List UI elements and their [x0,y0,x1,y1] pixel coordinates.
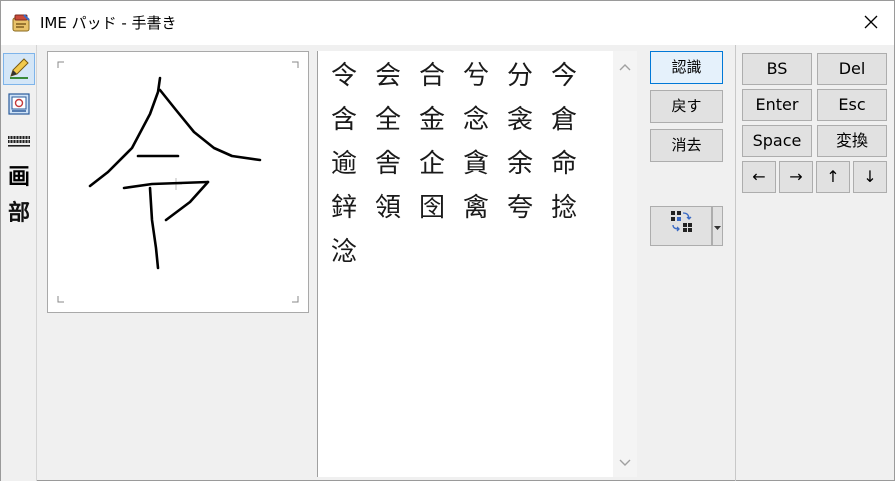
soft-keyboard-tool[interactable] [3,125,35,157]
candidate-char[interactable]: 鋅 [322,186,366,230]
handwriting-canvas[interactable] [47,51,309,313]
candidate-char[interactable]: 囹 [410,186,454,230]
convert-key[interactable]: 変換 [817,125,887,157]
candidate-char[interactable]: 今 [542,54,586,98]
grid-pen-icon [669,209,693,243]
recognition-mode-dropdown[interactable] [712,206,723,246]
candidate-char[interactable]: 逾 [322,142,366,186]
down-arrow-key[interactable]: ↓ [853,161,887,193]
ime-pad-icon [10,12,32,34]
candidate-char[interactable]: 舎 [366,142,410,186]
esc-key[interactable]: Esc [817,89,887,121]
window-title: IME パッド - 手書き [40,14,177,32]
candidate-char[interactable]: 念 [454,98,498,142]
close-button[interactable] [848,1,894,45]
bs-key[interactable]: BS [742,53,812,85]
space-key[interactable]: Space [742,125,812,157]
enter-key[interactable]: Enter [742,89,812,121]
recognize-button[interactable]: 認識 [650,51,723,84]
candidate-list: 令会合兮分今含全金念衾倉逾舎企貪余命鋅領囹禽夸捻淰 [317,51,637,477]
stroke-count-label: 画 [7,164,30,190]
handwriting-tool[interactable] [3,53,35,85]
candidate-char[interactable]: 余 [498,142,542,186]
tool-sidebar: 画 部 [1,45,37,481]
candidate-char[interactable]: 含 [322,98,366,142]
radical-label: 部 [7,200,30,226]
right-arrow-key[interactable]: → [779,161,813,193]
chevron-down-icon [714,211,721,241]
candidate-char[interactable]: 金 [410,98,454,142]
scroll-up-button[interactable] [613,55,637,79]
panel-divider [735,45,736,481]
chevron-up-icon [619,60,631,74]
candidate-grid: 令会合兮分今含全金念衾倉逾舎企貪余命鋅領囹禽夸捻淰 [322,54,612,274]
radical-tool[interactable]: 部 [3,197,35,229]
candidate-char[interactable]: 合 [410,54,454,98]
up-arrow-key[interactable]: ↑ [816,161,850,193]
recognition-mode-button[interactable] [650,206,712,246]
left-arrow-key[interactable]: ← [742,161,776,193]
undo-button[interactable]: 戻す [650,90,723,123]
candidate-char[interactable]: 夸 [498,186,542,230]
candidate-char[interactable]: 命 [542,142,586,186]
character-list-tool[interactable] [3,89,35,121]
close-icon [863,14,879,33]
candidate-char[interactable]: 会 [366,54,410,98]
char-list-icon [7,92,31,119]
candidate-char[interactable]: 衾 [498,98,542,142]
handwriting-strokes [57,61,299,303]
candidate-char[interactable]: 禽 [454,186,498,230]
title-bar: IME パッド - 手書き [1,1,894,45]
candidate-char[interactable]: 全 [366,98,410,142]
pen-icon [7,56,31,83]
chevron-down-icon [619,456,631,470]
ime-pad-window: IME パッド - 手書き 画 部 令 会 合 兮 分 今 含 全 金 念 衾 … [0,0,895,481]
clear-button[interactable]: 消去 [650,129,723,162]
del-key[interactable]: Del [817,53,887,85]
candidate-char[interactable]: 令 [322,54,366,98]
scroll-down-button[interactable] [613,451,637,475]
candidate-char[interactable]: 貪 [454,142,498,186]
stroke-count-tool[interactable]: 画 [3,161,35,193]
candidate-char[interactable]: 領 [366,186,410,230]
keyboard-icon [7,128,31,155]
candidate-char[interactable]: 捻 [542,186,586,230]
candidate-scrollbar[interactable] [613,51,637,477]
candidate-char[interactable]: 分 [498,54,542,98]
candidate-char[interactable]: 淰 [322,230,366,274]
candidate-char[interactable]: 兮 [454,54,498,98]
candidate-char[interactable]: 倉 [542,98,586,142]
candidate-char[interactable]: 企 [410,142,454,186]
